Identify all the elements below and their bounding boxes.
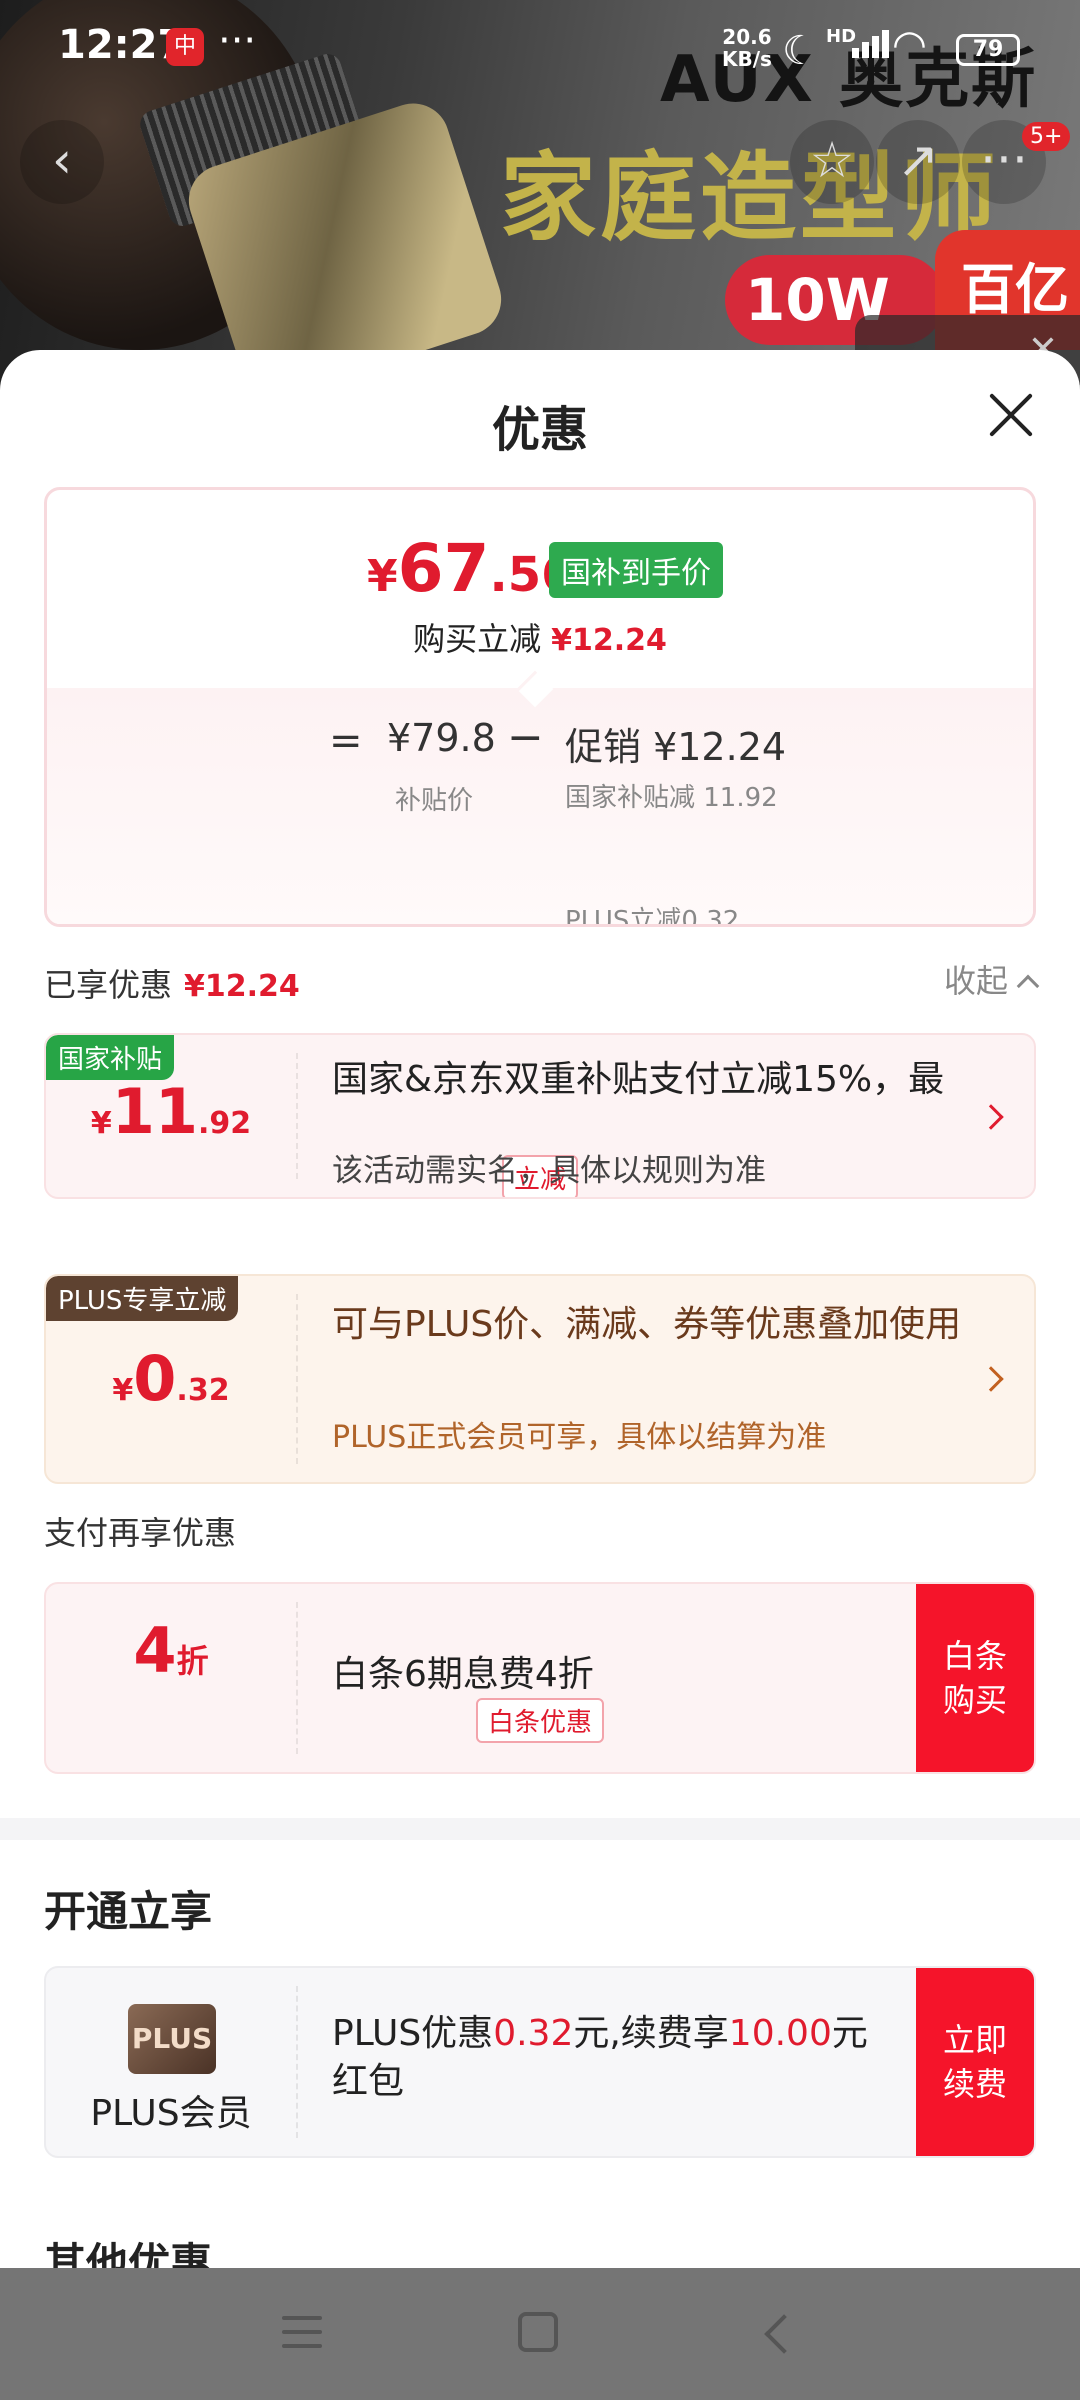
- baitiao-buy-button[interactable]: 白条购买: [916, 1584, 1034, 1772]
- plus-renew-offer: PLUS优惠0.32元,续费享10.00元红包: [332, 2010, 892, 2106]
- plus-discount-detail: PLUS立减0.32: [565, 906, 740, 927]
- final-price-currency: ¥: [367, 551, 398, 602]
- other-discount-title: 其他优惠: [44, 2239, 213, 2270]
- offer-amount-2: 10.00: [728, 2013, 832, 2054]
- more-notifications-icon: ···: [218, 18, 257, 64]
- collapse-label: 收起: [943, 962, 1008, 1000]
- chevron-up-icon: [1016, 974, 1040, 998]
- collapse-button[interactable]: 收起: [943, 956, 1040, 1002]
- price-summary: ¥67.56 国补到手价 购买立减 ¥12.24 = ¥79.8 补贴价 − 促销…: [44, 487, 1036, 927]
- offer-text-1: PLUS优惠: [332, 2013, 494, 2054]
- enjoyed-discount: 已享优惠 ¥12.24: [44, 960, 300, 1006]
- final-price: ¥67.56: [367, 530, 575, 607]
- status-bar: 12:27 中 ··· 20.6 KB/s ☾ HD ◠ 79: [0, 0, 1080, 100]
- offer-text-2: 元,续费享: [573, 2013, 729, 2054]
- renew-now-button[interactable]: 立即续费: [916, 1968, 1034, 2156]
- payment-discount-title: 支付再享优惠: [44, 1514, 237, 1552]
- baitiao-buy-label: 白条购买: [942, 1637, 1007, 1719]
- favorite-icon[interactable]: ☆: [790, 120, 874, 204]
- close-icon[interactable]: [986, 390, 1036, 440]
- open-membership-title: 开通立享: [44, 1887, 213, 1936]
- baitiao-discount-rate: 4折: [46, 1614, 296, 1687]
- chevron-right-icon: [978, 1366, 1004, 1392]
- amount-decimal: .32: [176, 1373, 230, 1408]
- subsidy-price-label: 补贴价: [395, 786, 474, 816]
- promotion-amount: 促销 ¥12.24: [565, 725, 787, 769]
- enjoyed-discount-label: 已享优惠: [44, 966, 173, 1004]
- baitiao-title: 白条6期息费4折: [332, 1654, 594, 1695]
- network-rate-value: 20.6: [722, 25, 772, 49]
- national-subsidy-badge: 国家补贴: [46, 1035, 175, 1080]
- recent-apps-icon[interactable]: [282, 2316, 322, 2358]
- section-divider: [0, 1818, 1080, 1840]
- app-notification-icon: 中: [166, 28, 204, 66]
- sheet-title: 优惠: [491, 402, 588, 458]
- plus-discount-note: PLUS正式会员可享，具体以结算为准: [332, 1420, 827, 1455]
- plus-discount-card[interactable]: PLUS专享立减 ¥0.32 可与PLUS价、满减、券等优惠叠加使用 PLUS正…: [44, 1274, 1036, 1484]
- home-icon[interactable]: [518, 2312, 558, 2352]
- share-icon[interactable]: ↗: [876, 120, 960, 204]
- system-back-icon[interactable]: [764, 2314, 804, 2354]
- amount-currency: ¥: [112, 1373, 134, 1408]
- rate-number: 4: [133, 1614, 177, 1687]
- system-nav-bar: [0, 2268, 1080, 2400]
- plus-logo: PLUS: [128, 2004, 216, 2074]
- plus-discount-title: 可与PLUS价、满减、券等优惠叠加使用: [332, 1304, 962, 1345]
- baitiao-chip: 白条优惠: [475, 1698, 605, 1743]
- minus-sign: −: [507, 712, 544, 763]
- subsidy-price-badge: 国补到手价: [549, 542, 723, 598]
- plus-member-label: PLUS会员: [90, 2093, 252, 2134]
- offer-amount-1: 0.32: [493, 2013, 574, 2054]
- network-rate: 20.6 KB/s: [722, 26, 772, 70]
- message-badge: 5+: [1022, 122, 1071, 151]
- instant-discount-amount: ¥12.24: [551, 623, 667, 658]
- national-subsidy-note: 该活动需实名，具体以规则为准: [332, 1153, 766, 1189]
- rate-unit: 折: [176, 1642, 209, 1680]
- national-subsidy-detail: 国家补贴减 11.92: [565, 783, 778, 813]
- final-price-integer: 67: [397, 530, 490, 607]
- card-divider: [296, 1053, 298, 1179]
- instant-discount-label: 购买立减: [413, 620, 542, 658]
- amount-currency: ¥: [90, 1106, 112, 1141]
- renew-now-label: 立即续费: [942, 2021, 1007, 2103]
- do-not-disturb-icon: ☾: [782, 28, 818, 74]
- card-divider: [296, 1294, 298, 1464]
- card-divider: [296, 1602, 298, 1754]
- baitiao-card[interactable]: 4折 白条优惠 白条6期息费4折 白条购买: [44, 1582, 1036, 1774]
- enjoyed-discount-amount: ¥12.24: [184, 969, 300, 1004]
- cell-signal-icon: [852, 30, 892, 58]
- wifi-icon: ◠: [892, 22, 927, 68]
- amount-integer: 11: [111, 1075, 198, 1148]
- equals-sign: =: [329, 718, 363, 764]
- card-divider: [296, 1986, 298, 2138]
- instant-discount-line: 购买立减 ¥12.24: [47, 614, 1033, 660]
- subsidy-price: ¥79.8: [387, 716, 496, 760]
- battery-icon: 79: [956, 34, 1020, 66]
- network-rate-unit: KB/s: [722, 47, 772, 71]
- amount-integer: 0: [133, 1342, 177, 1415]
- national-subsidy-amount: ¥11.92: [46, 1075, 296, 1148]
- discount-sheet: 优惠 ¥67.56 国补到手价 购买立减 ¥12.24 = ¥79.8 补贴价 −…: [0, 350, 1080, 2270]
- national-subsidy-title: 国家&京东双重补贴支付立减15%，最高2000元: [332, 1059, 945, 1100]
- plus-discount-amount: ¥0.32: [46, 1342, 296, 1415]
- national-subsidy-card[interactable]: 国家补贴 ¥11.92 立减 国家&京东双重补贴支付立减15%，最高2000元 …: [44, 1033, 1036, 1199]
- back-icon[interactable]: ‹: [20, 120, 104, 204]
- plus-exclusive-badge: PLUS专享立减: [46, 1276, 239, 1321]
- plus-membership-card[interactable]: PLUS PLUS会员 PLUS优惠0.32元,续费享10.00元红包 立即续费: [44, 1966, 1036, 2158]
- amount-decimal: .92: [198, 1106, 252, 1141]
- chevron-right-icon: [978, 1104, 1004, 1130]
